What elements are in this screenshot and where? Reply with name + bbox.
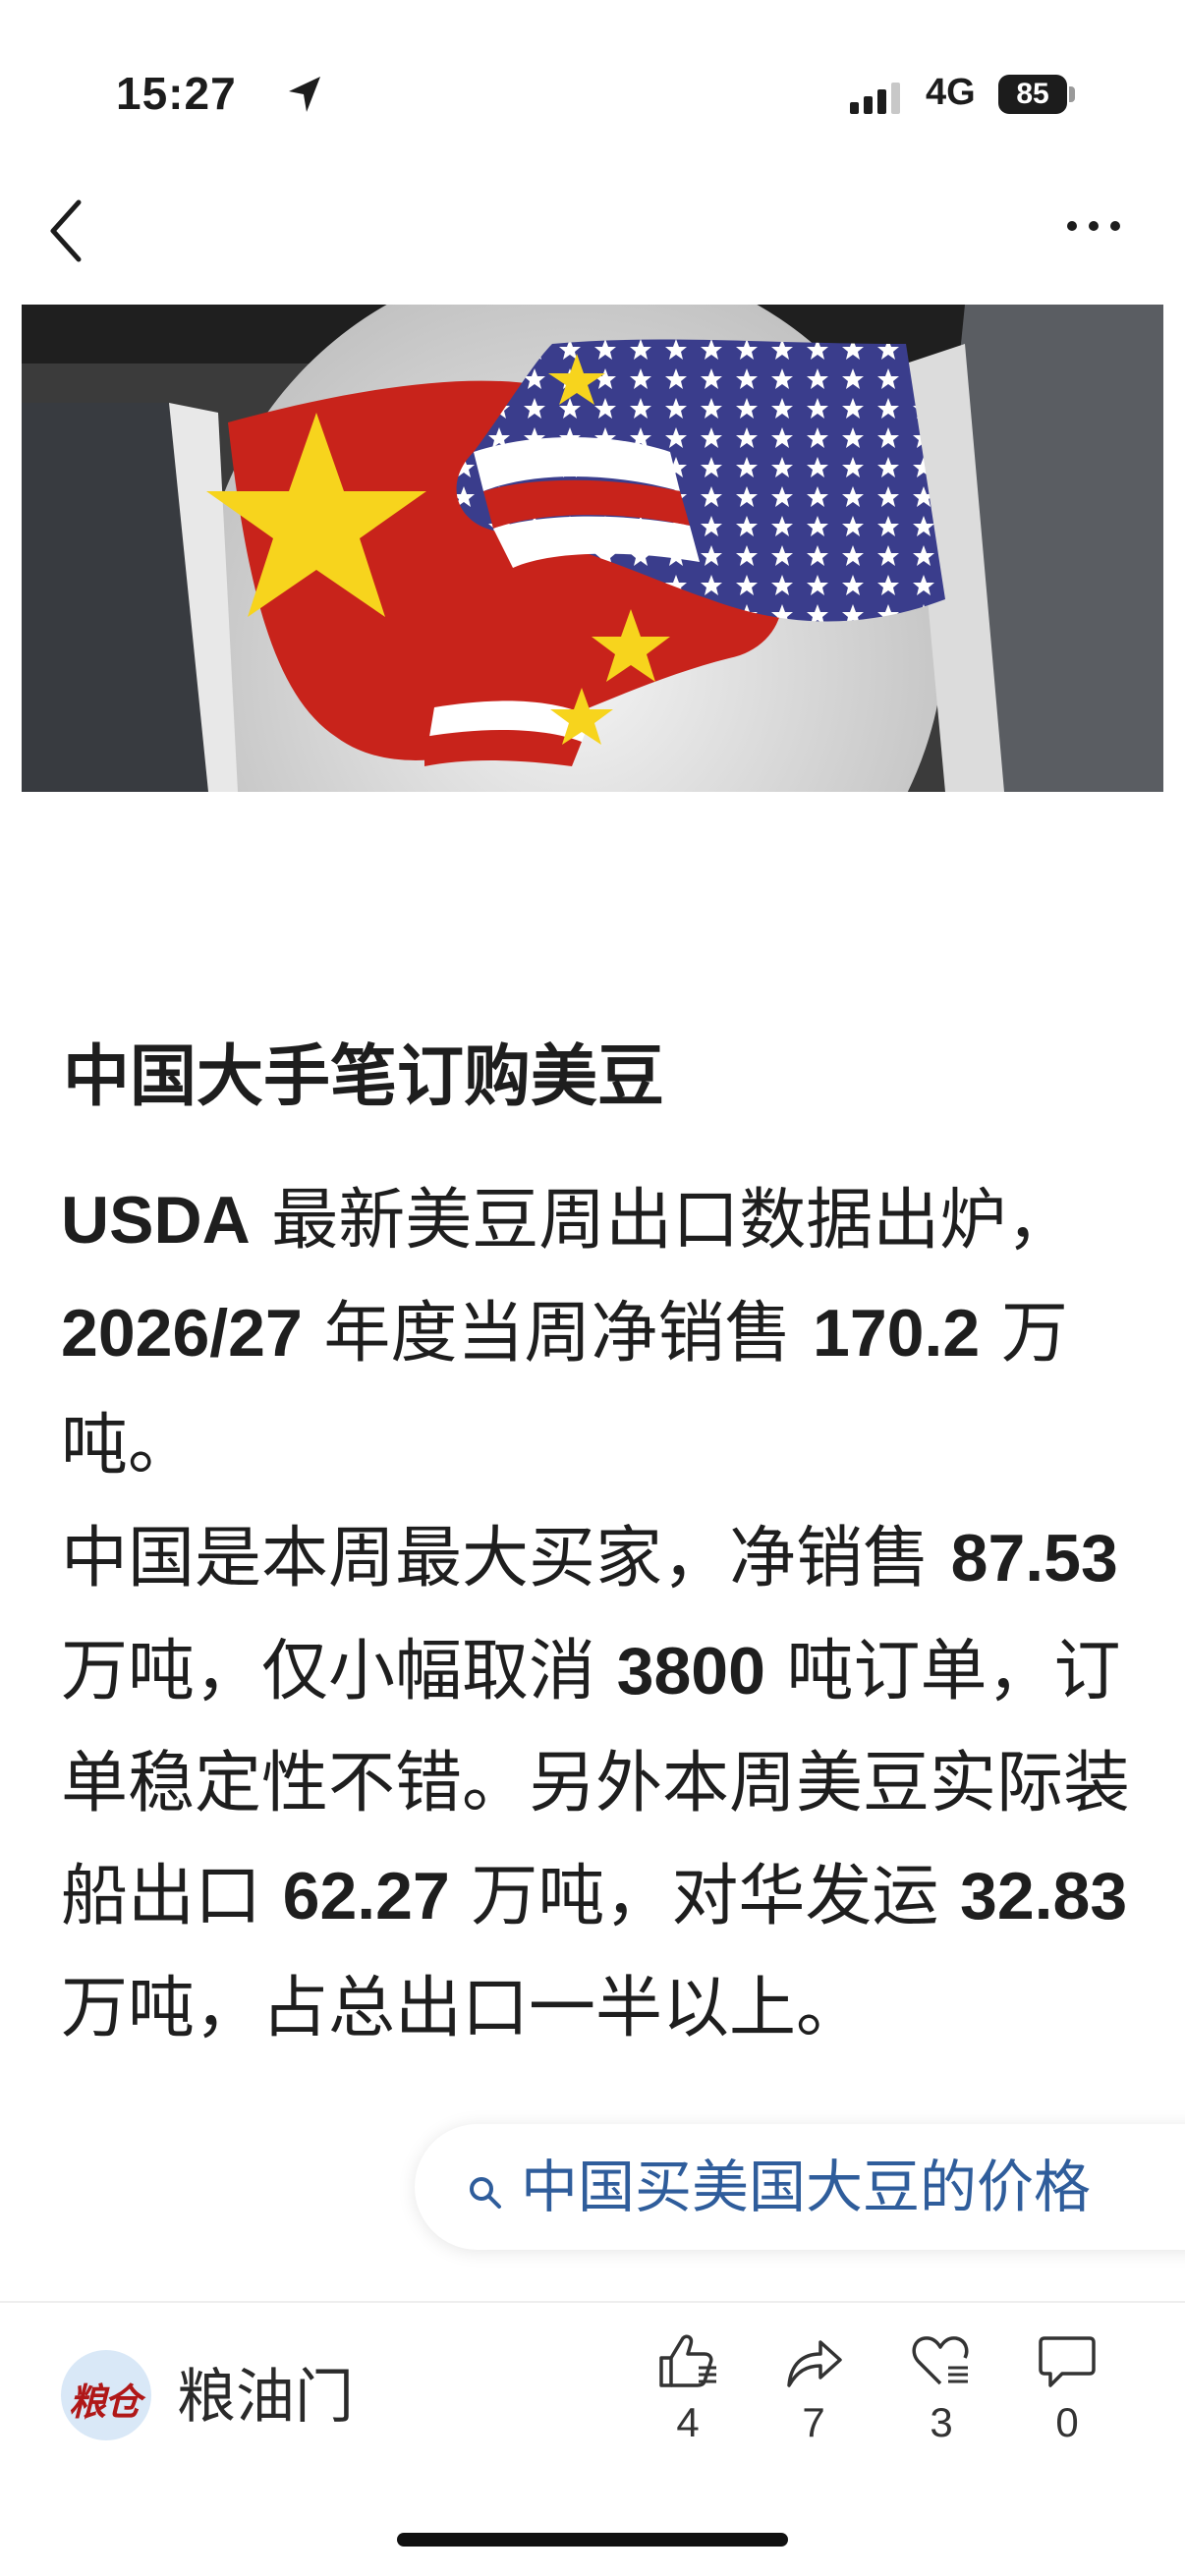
comment-icon [1039,2336,1096,2387]
back-icon [50,199,82,262]
avatar-text: 粮仓 [69,2380,141,2424]
article-number: 2026/27 [61,1296,303,1371]
article-text: 中国是本周最大买家，净销售 [61,1520,951,1597]
like-count: 4 [676,2399,700,2445]
article-text: 年度当周净销售 [302,1295,814,1372]
article-number: USDA [61,1183,251,1258]
favorite-count: 3 [930,2399,953,2445]
favorite-button[interactable]: 3 [902,2328,981,2446]
article-text: 万吨，仅小幅取消 [61,1633,617,1710]
back-button[interactable] [43,196,102,265]
hero-image [22,305,1163,792]
battery-icon: 85 [998,75,1067,114]
avatar[interactable]: 粮仓 [61,2350,151,2440]
article-text: 万吨，占总出口一半以上。 [61,1970,864,2047]
article-paragraph: 中国是本周最大买家，净销售 87.53 万吨，仅小幅取消 3800 吨订单，订单… [61,1502,1132,2065]
article-paragraph: USDA 最新美豆周出口数据出炉，2026/27 年度当周净销售 170.2 万… [61,1164,1132,1502]
navigation-arrow-icon [287,75,322,118]
article-number: 87.53 [950,1521,1118,1596]
more-icon [1067,221,1077,231]
favorite-icon [912,2336,969,2385]
status-time: 15:27 [116,68,237,119]
more-icon-dot [1089,221,1099,231]
bottom-divider [0,2301,1185,2303]
battery-tip [1069,86,1075,102]
article-text: 万吨，对华发运 [449,1858,961,1935]
more-icon-dot [1110,221,1120,231]
like-icon [659,2334,716,2387]
share-count: 7 [802,2399,825,2445]
comment-button[interactable]: 0 [1028,2328,1106,2446]
article-body: USDA 最新美豆周出口数据出炉， 2026/27 年度当周净销售 170.2 万… [61,1164,1132,2065]
share-icon [787,2340,842,2387]
more-button[interactable] [1061,216,1140,246]
network-type: 4G [926,72,976,113]
share-button[interactable]: 7 [774,2328,853,2446]
author-name[interactable]: 粮油门 [177,2360,354,2435]
search-icon [468,2175,503,2214]
comment-count: 0 [1055,2399,1079,2445]
article-number: 3800 [616,1634,765,1708]
home-indicator [397,2533,788,2547]
article-title: 中国大手笔订购美豆 [63,1038,665,1116]
article-number: 170.2 [813,1296,981,1371]
article-text: 最新美豆周出口数据出炉， [250,1182,1074,1260]
search-suggestion-text[interactable]: 中国买美国大豆的价格 [521,2152,1091,2222]
like-button[interactable]: 4 [649,2328,727,2446]
signal-icon [850,83,905,118]
article-number: 32.83 [960,1859,1128,1933]
article-number: 62.27 [282,1859,450,1933]
